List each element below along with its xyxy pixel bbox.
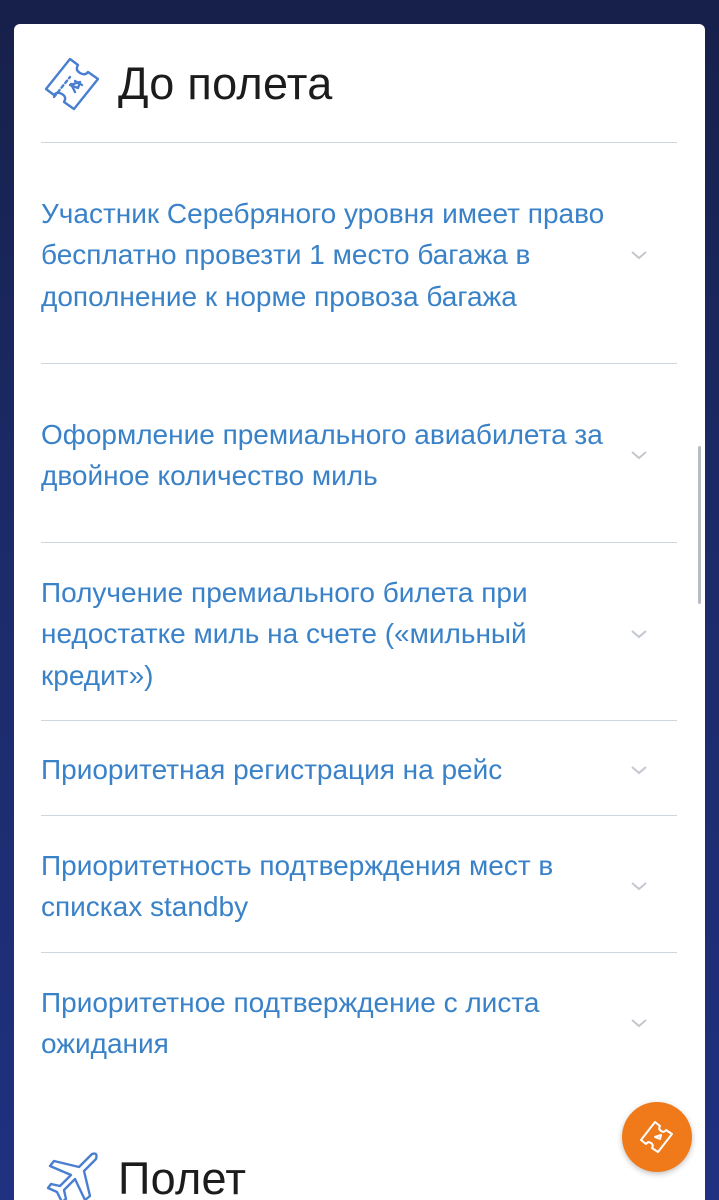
divider [41,542,677,543]
accordion-item-miles-credit[interactable]: Получение премиального билета при недост… [41,568,677,700]
accordion-item-priority-checkin[interactable]: Приоритетная регистрация на рейс [41,746,677,794]
chevron-down-icon [631,1019,647,1028]
accordion-item-label: Получение премиального билета при недост… [41,576,528,691]
chevron-down-icon [631,630,647,639]
privileges-card: До полета Участник Серебряного уровня им… [14,24,705,1200]
divider [41,952,677,953]
chevron-down-icon [631,251,647,260]
ticket-icon [44,57,100,111]
section-header-before-flight: До полета [40,44,333,124]
accordion-item-label: Приоритетное подтверждение с листа ожида… [41,986,540,1060]
accordion-item-award-ticket-double-miles[interactable]: Оформление премиального авиабилета за дв… [41,389,677,521]
chevron-down-icon [631,451,647,460]
chevron-down-icon [631,766,647,775]
ticket-icon [640,1121,673,1153]
section-title-before-flight: До полета [118,58,333,109]
accordion-item-waitlist-priority[interactable]: Приоритетное подтверждение с листа ожида… [41,978,677,1068]
accordion-item-extra-baggage[interactable]: Участник Серебряного уровня имеет право … [41,168,677,342]
divider [41,363,677,364]
divider [41,720,677,721]
accordion-item-label: Приоритетность подтверждения мест в спис… [41,849,554,923]
chevron-down-icon [631,882,647,891]
section-title-flight: Полет [118,1153,247,1200]
divider [41,142,677,143]
accordion-item-label: Участник Серебряного уровня имеет право … [41,197,605,312]
airplane-icon [46,1152,98,1200]
accordion-item-label: Оформление премиального авиабилета за дв… [41,418,603,492]
floating-action-button[interactable] [622,1102,692,1172]
accordion-item-label: Приоритетная регистрация на рейс [41,754,503,786]
section-header-flight: Полет [40,1134,246,1200]
scrollbar[interactable] [698,446,701,604]
accordion-item-standby-priority[interactable]: Приоритетность подтверждения мест в спис… [41,841,677,931]
divider [41,815,677,816]
